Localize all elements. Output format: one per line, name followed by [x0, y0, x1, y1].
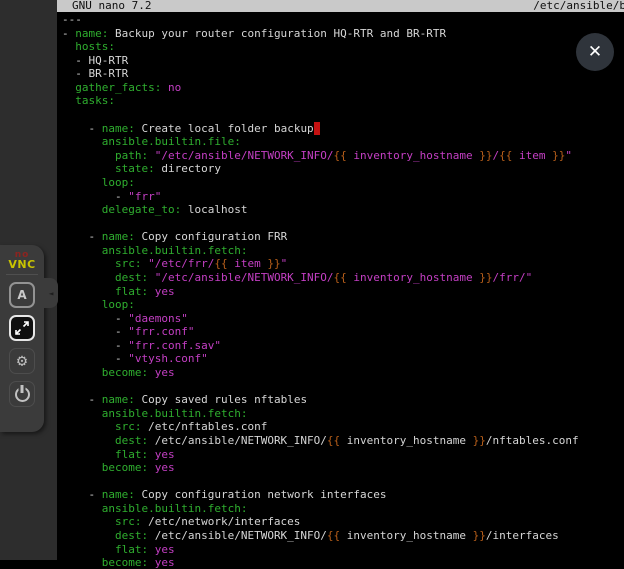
close-icon: ✕ — [588, 42, 602, 62]
editor-line: loop: — [62, 176, 579, 190]
editor-line — [62, 380, 579, 394]
editor-line: - name: Backup your router configuration… — [62, 27, 579, 41]
vnc-viewport: GNU nano 7.2 /etc/ansible/b ---- name: B… — [0, 0, 624, 569]
editor-line: - "vtysh.conf" — [62, 352, 579, 366]
editor-line: src: "/etc/frr/{{ item }}" — [62, 257, 579, 271]
editor-line: become: yes — [62, 461, 579, 475]
editor-content[interactable]: ---- name: Backup your router configurat… — [62, 13, 579, 569]
fullscreen-icon — [14, 320, 30, 336]
editor-line: ansible.builtin.fetch: — [62, 244, 579, 258]
editor-line: - name: Copy configuration FRR — [62, 230, 579, 244]
editor-line — [62, 108, 579, 122]
keyboard-a-icon: A — [17, 288, 26, 302]
editor-line: loop: — [62, 298, 579, 312]
editor-line: flat: yes — [62, 543, 579, 557]
nano-filename: /etc/ansible/b — [533, 0, 624, 12]
editor-line: - BR-RTR — [62, 67, 579, 81]
editor-line: - name: Copy saved rules nftables — [62, 393, 579, 407]
collapse-arrow-icon: ◄ — [49, 289, 54, 298]
editor-line — [62, 475, 579, 489]
editor-line: src: /etc/nftables.conf — [62, 420, 579, 434]
novnc-logo-bottom: VNC — [0, 260, 44, 269]
editor-line: tasks: — [62, 94, 579, 108]
editor-line: state: directory — [62, 162, 579, 176]
editor-line: - "daemons" — [62, 312, 579, 326]
editor-line: flat: yes — [62, 285, 579, 299]
editor-line: src: /etc/network/interfaces — [62, 515, 579, 529]
editor-line: become: yes — [62, 556, 579, 569]
control-bar-handle[interactable]: ◄ — [44, 278, 58, 308]
fullscreen-button[interactable] — [9, 315, 35, 341]
editor-line: dest: "/etc/ansible/NETWORK_INFO/{{ inve… — [62, 271, 579, 285]
editor-line: --- — [62, 13, 579, 27]
terminal-screen[interactable]: GNU nano 7.2 /etc/ansible/b ---- name: B… — [57, 0, 624, 569]
novnc-logo: no VNC — [0, 245, 44, 269]
editor-line: ansible.builtin.fetch: — [62, 502, 579, 516]
gear-icon: ⚙ — [17, 351, 27, 371]
editor-line: path: "/etc/ansible/NETWORK_INFO/{{ inve… — [62, 149, 579, 163]
editor-line: - "frr" — [62, 190, 579, 204]
editor-line: delegate_to: localhost — [62, 203, 579, 217]
vnc-control-bar: no VNC A ⚙ ◄ — [0, 245, 44, 432]
nano-title: GNU nano 7.2 — [72, 0, 151, 12]
editor-line: gather_facts: no — [62, 81, 579, 95]
nano-header-bar: GNU nano 7.2 /etc/ansible/b — [57, 0, 624, 12]
text-cursor — [314, 122, 321, 135]
editor-line: flat: yes — [62, 448, 579, 462]
editor-line: ansible.builtin.file: — [62, 135, 579, 149]
editor-line: - name: Create local folder backup — [62, 122, 579, 136]
power-icon — [15, 387, 30, 402]
editor-line: - "frr.conf" — [62, 325, 579, 339]
power-button[interactable] — [9, 381, 35, 407]
editor-line: - HQ-RTR — [62, 54, 579, 68]
settings-button[interactable]: ⚙ — [9, 348, 35, 374]
editor-line: hosts: — [62, 40, 579, 54]
editor-line: become: yes — [62, 366, 579, 380]
keyboard-button[interactable]: A — [9, 282, 35, 308]
editor-line: - name: Copy configuration network inter… — [62, 488, 579, 502]
close-button[interactable]: ✕ — [576, 33, 614, 71]
editor-line: - "frr.conf.sav" — [62, 339, 579, 353]
editor-line: dest: /etc/ansible/NETWORK_INFO/{{ inven… — [62, 529, 579, 543]
toolbar-divider — [6, 274, 38, 275]
editor-line — [62, 217, 579, 231]
editor-line: ansible.builtin.fetch: — [62, 407, 579, 421]
editor-line: dest: /etc/ansible/NETWORK_INFO/{{ inven… — [62, 434, 579, 448]
